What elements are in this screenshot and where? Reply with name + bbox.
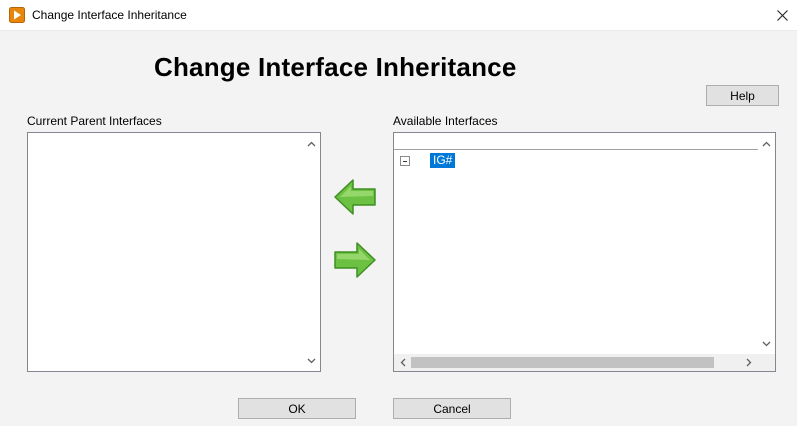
available-interfaces-tree[interactable]: IG# [393,132,776,372]
close-button[interactable] [767,0,797,30]
arrow-left-icon [334,179,376,215]
app-icon [9,7,25,23]
add-interface-button[interactable] [332,177,378,217]
scroll-down-icon[interactable] [761,338,772,349]
hscroll-thumb[interactable] [411,357,714,368]
scroll-up-icon[interactable] [761,139,772,150]
help-button[interactable]: Help [706,85,779,106]
scroll-corner [758,354,775,371]
window-title: Change Interface Inheritance [32,8,187,22]
tree-item-ig[interactable]: IG# [430,153,456,168]
cancel-button[interactable]: Cancel [393,398,511,419]
tree-header [394,133,758,150]
current-parents-scrollbar[interactable] [303,133,320,371]
arrow-right-icon [334,242,376,278]
scroll-up-icon[interactable] [306,139,317,150]
remove-interface-button[interactable] [332,240,378,280]
scroll-down-icon[interactable] [306,355,317,366]
collapse-icon[interactable] [400,156,410,166]
current-parents-label: Current Parent Interfaces [27,114,162,128]
available-hscrollbar[interactable] [394,354,758,371]
current-parents-list[interactable] [27,132,321,372]
scroll-right-icon[interactable] [743,357,754,368]
available-vscrollbar[interactable] [758,133,775,354]
title-bar: Change Interface Inheritance [0,0,797,31]
dialog-heading: Change Interface Inheritance [154,52,517,82]
ok-button[interactable]: OK [238,398,356,419]
close-icon [776,9,788,21]
available-interfaces-label: Available Interfaces [393,114,498,128]
scroll-left-icon[interactable] [398,357,409,368]
